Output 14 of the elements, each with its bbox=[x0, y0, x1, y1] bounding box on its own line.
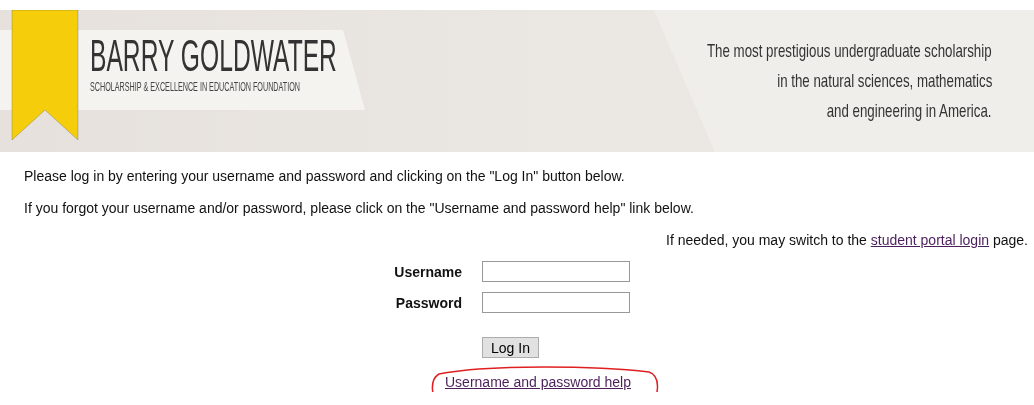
field-label: Username bbox=[394, 263, 462, 280]
student-portal-link[interactable]: student portal login bbox=[870, 232, 990, 248]
instruction-text: Please log in by entering your username and password and clicking on the "Log In" button below. bbox=[24, 168, 626, 185]
login-button[interactable]: Log In bbox=[482, 337, 539, 358]
tagline-text: in the natural sciences, mathematics bbox=[776, 70, 992, 92]
logo-title: BARRY GOLDWATER bbox=[90, 34, 337, 78]
tagline-text: and engineering in America. bbox=[827, 100, 992, 122]
input-field[interactable] bbox=[482, 261, 630, 282]
instruction-text: If you forgot your username and/or password, please click on the "Username and password help" link below. bbox=[24, 200, 695, 217]
portal-note: If needed, you may switch to the student portal login page. bbox=[666, 232, 1028, 249]
logo-subtitle: SCHOLARSHIP & EXCELLENCE IN EDUCATION FOUNDATION bbox=[90, 80, 302, 94]
tagline-text: The most prestigious undergraduate scholarship bbox=[707, 40, 992, 62]
input-field[interactable] bbox=[482, 292, 630, 313]
field-label: Password bbox=[395, 294, 462, 311]
